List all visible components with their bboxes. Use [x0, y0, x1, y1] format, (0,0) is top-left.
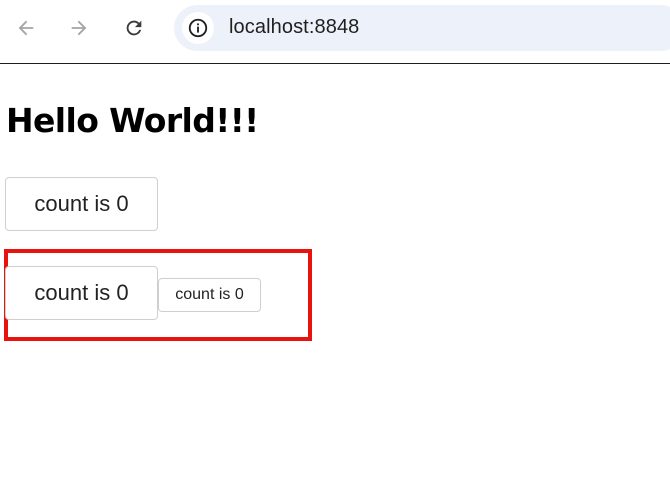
browser-toolbar: localhost:8848 — [0, 0, 670, 64]
page-content: Hello World!!! count is 0 count is 0 cou… — [0, 65, 670, 481]
count-button-small[interactable]: count is 0 — [158, 278, 261, 312]
count-button[interactable]: count is 0 — [5, 266, 158, 320]
reload-button[interactable] — [117, 11, 151, 45]
arrow-left-icon — [18, 20, 34, 36]
arrow-right-icon — [71, 20, 87, 36]
address-bar[interactable]: localhost:8848 — [174, 5, 670, 51]
forward-button[interactable] — [62, 11, 96, 45]
reload-icon — [126, 20, 142, 36]
info-icon — [188, 18, 208, 38]
page-title: Hello World!!! — [6, 101, 259, 140]
site-info-button[interactable] — [182, 12, 214, 44]
back-button[interactable] — [9, 11, 43, 45]
count-button[interactable]: count is 0 — [5, 177, 158, 231]
url-text[interactable]: localhost:8848 — [229, 16, 359, 39]
